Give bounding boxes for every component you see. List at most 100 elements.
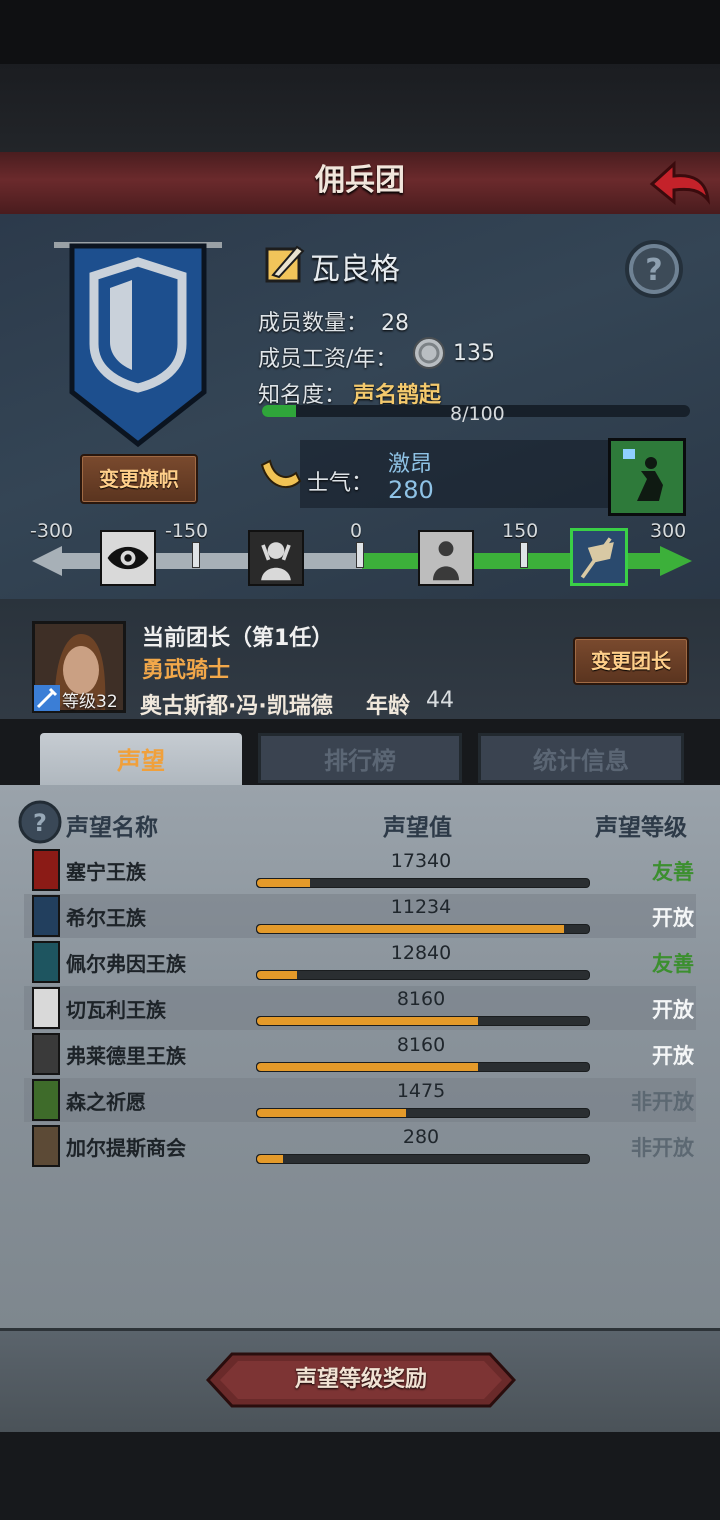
faction-name: 塞宁王族 xyxy=(66,860,146,884)
svg-text:?: ? xyxy=(645,253,662,288)
reputation-value: 1475 xyxy=(396,1080,446,1102)
footer-area xyxy=(0,1432,720,1520)
morale-state: 激昂 xyxy=(388,452,433,477)
column-header-value: 声望值 xyxy=(383,815,452,841)
reputation-value: 8160 xyxy=(396,1034,446,1056)
reputation-reward-button[interactable]: 声望等级奖励 xyxy=(206,1352,516,1408)
reputation-row[interactable]: 弗莱德里王族 8160 开放 xyxy=(24,1032,696,1076)
reputation-bar-fill xyxy=(257,925,564,933)
salary-row: 成员工资/年： xyxy=(258,341,397,373)
reputation-value: 17340 xyxy=(390,850,452,872)
reputation-bar-fill xyxy=(257,1017,478,1025)
faction-crest-icon xyxy=(32,895,60,937)
members-row: 成员数量： 28 xyxy=(258,305,409,337)
banner-icon[interactable] xyxy=(570,528,628,586)
tab-reputation[interactable]: 声望 xyxy=(40,733,242,789)
reputation-level: 开放 xyxy=(652,998,694,1022)
fame-progress-fill xyxy=(262,405,296,417)
tick-label: 150 xyxy=(502,520,539,542)
sword-icon xyxy=(34,685,60,711)
change-flag-button[interactable]: 变更旗帜 xyxy=(80,454,198,504)
tick-label: -300 xyxy=(30,520,74,542)
reputation-value: 12840 xyxy=(390,942,452,964)
tick-mark xyxy=(192,542,200,568)
change-leader-button[interactable]: 变更团长 xyxy=(573,637,689,685)
faction-crest-icon xyxy=(32,941,60,983)
svg-text:?: ? xyxy=(33,809,47,837)
horn-icon xyxy=(260,459,302,489)
reputation-row[interactable]: 切瓦利王族 8160 开放 xyxy=(24,986,696,1030)
leader-class: 勇武骑士 xyxy=(142,658,231,683)
tick-label: 0 xyxy=(350,520,363,542)
fame-progress-text: 8/100 xyxy=(450,403,505,425)
help-icon[interactable]: ? xyxy=(18,800,62,844)
leader-title: 当前团长（第1任） xyxy=(142,626,334,651)
tick-label: -150 xyxy=(165,520,209,542)
morale-scale: -300 -150 0 150 300 xyxy=(0,520,720,590)
reputation-row[interactable]: 佩尔弗因王族 12840 友善 xyxy=(24,940,696,984)
salary-label: 成员工资/年： xyxy=(258,347,398,372)
faction-crest-icon xyxy=(32,987,60,1029)
tick-label: 300 xyxy=(650,520,687,542)
morale-value: 280 xyxy=(388,476,434,504)
guild-banner xyxy=(54,242,222,448)
reputation-bar-fill xyxy=(257,971,297,979)
faction-crest-icon xyxy=(32,1125,60,1167)
faction-name: 希尔王族 xyxy=(66,906,146,930)
faction-name: 弗莱德里王族 xyxy=(66,1044,186,1068)
reputation-bar-track xyxy=(256,1108,590,1118)
faction-name: 加尔提斯商会 xyxy=(66,1136,186,1160)
faction-name: 佩尔弗因王族 xyxy=(66,952,186,976)
faction-crest-icon xyxy=(32,1079,60,1121)
eye-icon[interactable] xyxy=(100,530,156,586)
reputation-row[interactable]: 希尔王族 11234 开放 xyxy=(24,894,696,938)
column-header-level: 声望等级 xyxy=(595,815,687,841)
help-icon[interactable]: ? xyxy=(624,239,684,299)
reputation-bar-track xyxy=(256,970,590,980)
members-label: 成员数量： xyxy=(258,311,369,336)
reputation-row[interactable]: 加尔提斯商会 280 非开放 xyxy=(24,1124,696,1168)
level-label: 等级32 xyxy=(62,692,118,712)
reputation-bar-track xyxy=(256,924,590,934)
reputation-level: 非开放 xyxy=(631,1090,694,1114)
header-background xyxy=(0,64,720,152)
tab-ranking[interactable]: 排行榜 xyxy=(258,733,462,783)
reputation-bar-track xyxy=(256,1062,590,1072)
reputation-bar-fill xyxy=(257,1063,478,1071)
faction-name: 森之祈愿 xyxy=(66,1090,146,1114)
reputation-level: 友善 xyxy=(652,952,694,976)
reputation-bar-fill xyxy=(257,1155,283,1163)
despair-icon[interactable] xyxy=(248,530,304,586)
reputation-level: 开放 xyxy=(652,906,694,930)
status-bar-area xyxy=(0,0,720,64)
reputation-bar-fill xyxy=(257,879,310,887)
faction-name: 切瓦利王族 xyxy=(66,998,166,1022)
reputation-value: 11234 xyxy=(390,896,452,918)
faction-crest-icon xyxy=(32,849,60,891)
title-bar: 佣兵团 xyxy=(0,152,720,217)
reputation-value: 8160 xyxy=(396,988,446,1010)
silver-coin-icon xyxy=(413,337,445,369)
guild-name: 瓦良格 xyxy=(310,252,400,287)
level-badge: 等级32 xyxy=(34,685,124,712)
reputation-row[interactable]: 森之祈愿 1475 非开放 xyxy=(24,1078,696,1122)
tick-mark xyxy=(356,542,364,568)
faction-crest-icon xyxy=(32,1033,60,1075)
back-arrow-icon[interactable] xyxy=(648,156,712,208)
calm-icon[interactable] xyxy=(418,530,474,586)
tick-mark xyxy=(520,542,528,568)
tab-statistics[interactable]: 统计信息 xyxy=(478,733,684,783)
morale-effect-icon[interactable] xyxy=(608,438,686,516)
leader-name: 奥古斯都·冯·凯瑞德 xyxy=(140,694,333,719)
reward-button-label: 声望等级奖励 xyxy=(294,1367,427,1392)
reputation-level: 开放 xyxy=(652,1044,694,1068)
edit-name-icon[interactable] xyxy=(265,243,305,283)
reputation-value: 280 xyxy=(402,1126,440,1148)
morale-label: 士气： xyxy=(307,471,374,496)
reputation-bar-track xyxy=(256,878,590,888)
leader-age: 44 xyxy=(426,688,454,713)
reputation-bar-track xyxy=(256,1016,590,1026)
reputation-level: 友善 xyxy=(652,860,694,884)
reputation-row[interactable]: 塞宁王族 17340 友善 xyxy=(24,848,696,892)
page-title: 佣兵团 xyxy=(315,163,405,198)
